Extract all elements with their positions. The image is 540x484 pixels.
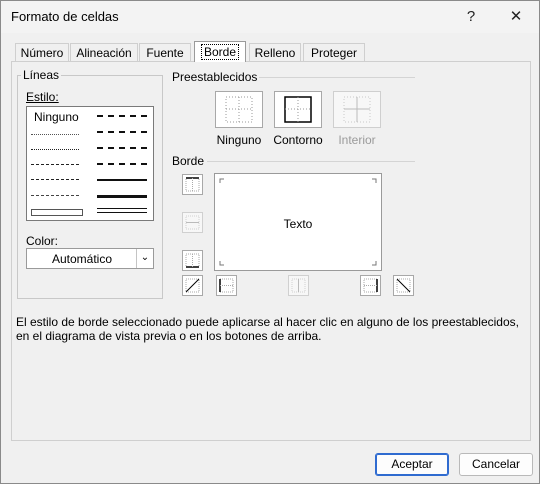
line-style-hair[interactable] [31,134,79,135]
line-style-slanted-dashdot[interactable] [97,131,147,133]
preset-none-icon [225,96,253,123]
border-diagonal-up-icon [185,278,200,293]
border-left-icon [219,278,234,293]
border-diagonal-down-button[interactable] [393,275,414,296]
lines-group-label: Líneas [21,68,62,82]
preset-inside-button [333,91,381,128]
border-preview[interactable]: Texto [214,173,382,271]
description-text: El estilo de borde seleccionado puede ap… [16,315,519,343]
line-style-double[interactable] [97,208,147,213]
line-style-thick[interactable] [97,195,147,198]
cancel-button[interactable]: Cancelar [459,453,533,476]
color-label: Color: [26,234,59,248]
preset-inside-icon [343,96,371,123]
style-none-option[interactable]: Ninguno [34,110,79,124]
format-cells-dialog: Formato de celdas ? ✕ Número Alineación … [0,0,540,484]
preview-text: Texto [283,217,313,231]
window-title: Formato de celdas [11,9,119,24]
color-dropdown[interactable]: Automático ⌄ [26,248,154,269]
preset-none-label: Ninguno [216,133,262,147]
border-right-button[interactable] [360,275,381,296]
tab-alineacion[interactable]: Alineación [70,43,138,62]
tab-proteger[interactable]: Proteger [303,43,365,62]
border-left-button[interactable] [216,275,237,296]
border-top-button[interactable] [182,174,203,195]
chevron-down-icon[interactable]: ⌄ [136,249,153,268]
border-inside-vertical-button [288,275,309,296]
line-style-dashdotdot[interactable] [31,164,79,165]
color-value: Automático [51,252,113,266]
tab-numero[interactable]: Número [15,43,69,62]
line-style-medium-dashdotdot[interactable] [97,115,147,117]
border-top-icon [185,177,200,192]
tab-borde[interactable]: Borde [194,41,246,62]
border-diagonal-up-button[interactable] [182,275,203,296]
line-style-medium[interactable] [97,179,147,181]
preset-outline-button[interactable] [274,91,322,128]
line-style-dashed[interactable] [31,195,79,196]
border-bottom-icon [185,253,200,268]
line-style-dashdot[interactable] [31,179,79,180]
presets-label: Preestablecidos [172,70,258,84]
ok-button[interactable]: Aceptar [375,453,449,476]
border-inside-horizontal-icon [185,215,200,230]
border-diagonal-down-icon [396,278,411,293]
border-bottom-button[interactable] [182,250,203,271]
close-button[interactable]: ✕ [499,5,533,29]
line-style-list[interactable]: Ninguno [26,106,154,221]
line-style-dotted[interactable] [31,149,79,150]
style-label: Estilo: [26,90,59,104]
border-right-icon [363,278,378,293]
preset-outline-icon [284,96,312,123]
preset-inside-label: Interior [338,133,376,147]
title-bar: Formato de celdas ? ✕ [1,1,539,33]
border-label: Borde [172,154,205,168]
border-inside-horizontal-button [182,212,203,233]
line-style-thin-selected[interactable] [31,209,83,216]
border-separator [207,161,415,162]
help-button[interactable]: ? [454,5,488,29]
border-inside-vertical-icon [291,278,306,293]
line-style-medium-dashed[interactable] [97,163,147,165]
presets-separator [259,77,415,78]
tab-relleno[interactable]: Relleno [249,43,301,62]
preset-none-button[interactable] [215,91,263,128]
preset-outline-label: Contorno [273,133,323,147]
line-style-medium-dashdot[interactable] [97,147,147,149]
tab-fuente[interactable]: Fuente [139,43,191,62]
